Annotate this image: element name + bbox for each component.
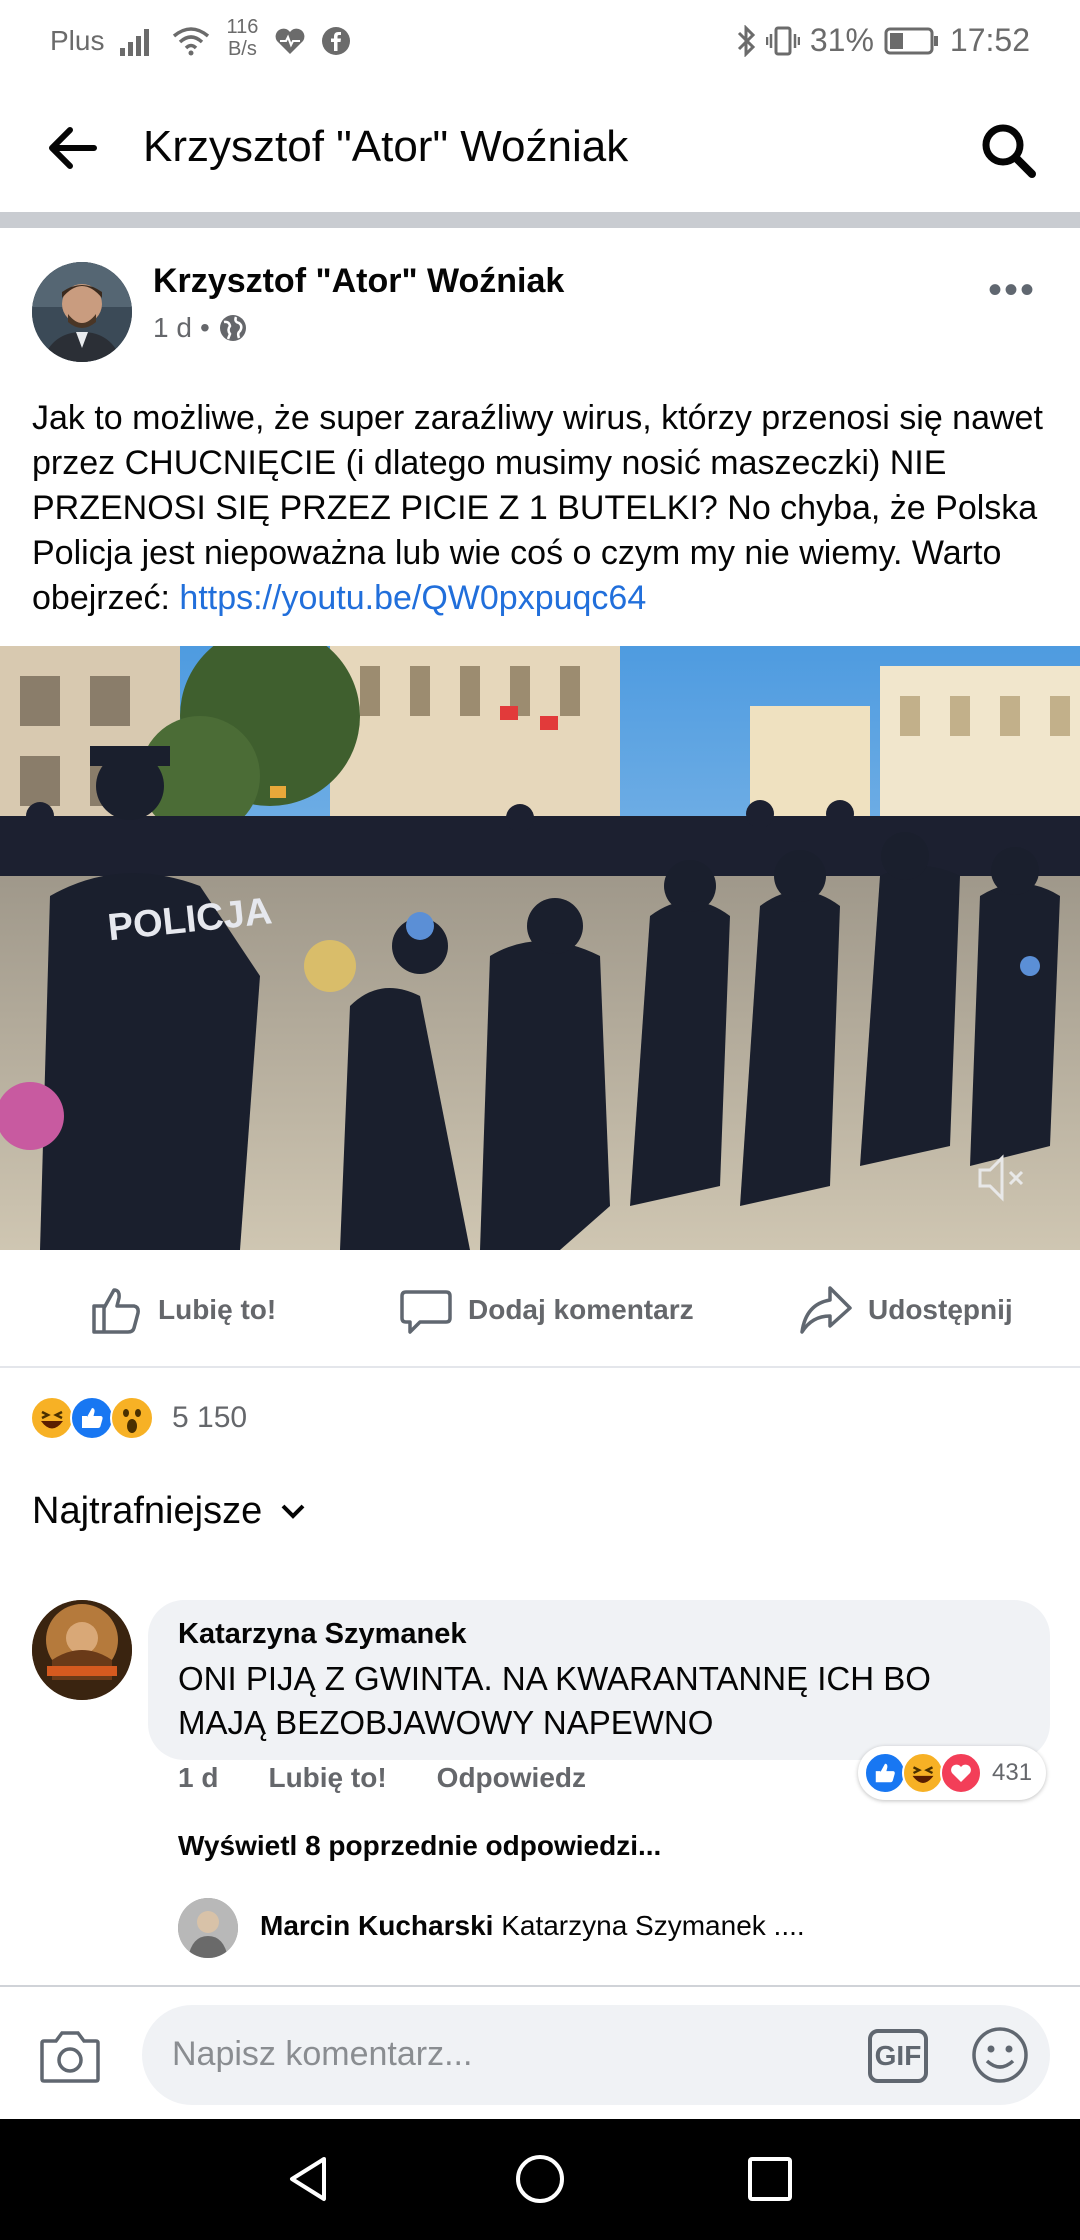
comment-label: Dodaj komentarz [468,1294,694,1325]
system-nav-bar [0,2119,1080,2240]
back-arrow-icon[interactable] [44,120,100,176]
status-bar: Plus 116 B/s 31% 17:52 [0,0,1080,82]
carrier-label: Plus [50,25,105,56]
bluetooth-icon [736,24,756,57]
vibrate-icon [765,26,800,56]
comment-input-placeholder: Napisz komentarz... [172,2035,473,2073]
share-label: Udostępnij [868,1294,1013,1325]
camera-icon[interactable] [38,2027,102,2085]
reply-author-name: Marcin Kucharski [260,1910,494,1941]
wifi-icon [172,26,210,56]
post-time[interactable]: 1 d [153,312,192,344]
thumbs-up-icon [92,1288,140,1334]
comment-sort-dropdown[interactable]: Najtrafniejsze [32,1490,306,1533]
signal-icon [120,26,156,56]
comment-reaction-count: 431 [992,1759,1033,1786]
network-speed: 116 B/s [226,16,259,60]
like-label: Lubię to! [158,1294,277,1325]
battery-icon [884,26,940,56]
post-author-name[interactable]: Krzysztof "Ator" Woźniak [153,262,564,301]
share-icon [800,1286,852,1334]
app-bar: Krzysztof "Ator" Woźniak [0,82,1080,212]
comment-bubble: Katarzyna Szymanek ONI PIJĄ Z GWINTA. NA… [148,1600,1050,1760]
comment-author-name[interactable]: Katarzyna Szymanek [178,1618,1020,1651]
like-reaction-icon [70,1396,114,1440]
reply-author-avatar[interactable] [178,1898,238,1958]
comment-composer: Napisz komentarz... GIF [0,1987,1080,2119]
battery-percent: 31% [809,22,874,58]
globe-icon [219,315,246,341]
emoji-icon[interactable] [970,2025,1030,2085]
more-options-icon[interactable]: ••• [988,268,1036,313]
nav-back-icon[interactable] [282,2151,338,2207]
reply-preview[interactable]: Marcin Kucharski Katarzyna Szymanek .... [260,1910,805,1942]
meta-separator: • [199,312,210,343]
nav-recents-icon[interactable] [742,2151,798,2207]
comment-icon [400,1290,452,1334]
haha-reaction-icon [30,1396,74,1440]
comment-reply-button[interactable]: Odpowiedz [437,1762,586,1794]
video-frame: POLICJA [0,646,1080,1250]
nav-home-icon[interactable] [512,2151,568,2207]
gif-button[interactable]: GIF [868,2029,928,2083]
haha-reaction-icon [902,1752,944,1794]
mute-icon[interactable] [974,1150,1030,1206]
reactions-summary[interactable]: 5 150 [30,1396,247,1440]
reply-text-preview: Katarzyna Szymanek .... [501,1910,805,1941]
comment-time: 1 d [178,1762,219,1793]
post-text: Jak to możliwe, że super zaraźliwy wirus… [32,396,1062,621]
facebook-icon [322,27,351,55]
view-previous-replies-link[interactable]: Wyświetl 8 poprzednie odpowiedzi... [178,1830,661,1862]
comment-button[interactable]: Dodaj komentarz [398,1282,694,1338]
like-reaction-icon [864,1752,906,1794]
section-divider [0,212,1080,228]
share-button[interactable]: Udostępnij [798,1282,1013,1338]
post-video[interactable]: POLICJA [0,646,1080,1250]
comment-author-avatar[interactable] [32,1600,132,1700]
comment-input[interactable]: Napisz komentarz... GIF [142,2005,1050,2105]
search-icon[interactable] [976,118,1040,182]
page-title: Krzysztof "Ator" Woźniak [143,122,629,171]
like-button[interactable]: Lubię to! [88,1282,276,1338]
comment-like-button[interactable]: Lubię to! [268,1762,386,1794]
author-avatar[interactable] [32,262,132,362]
love-reaction-icon [940,1752,982,1794]
post-actions: Lubię to! Dodaj komentarz Udostępnij [0,1252,1080,1368]
chevron-down-icon [281,1504,305,1519]
heart-rate-icon [274,27,306,55]
comment-reactions[interactable]: 431 [858,1746,1047,1800]
comment-text: ONI PIJĄ Z GWINTA. NA KWARANTANNĘ ICH BO… [178,1660,931,1741]
post-link[interactable]: https://youtu.be/QW0pxpuqc64 [179,579,646,617]
clock: 17:52 [949,22,1030,58]
wow-reaction-icon [110,1396,154,1440]
post-meta: 1 d • [153,312,248,344]
post-header: Krzysztof "Ator" Woźniak 1 d • ••• [0,228,1080,378]
reaction-count: 5 150 [172,1401,248,1434]
sort-label: Najtrafniejsze [32,1490,263,1532]
comment-meta: 1 d Lubię to! Odpowiedz [178,1762,586,1794]
